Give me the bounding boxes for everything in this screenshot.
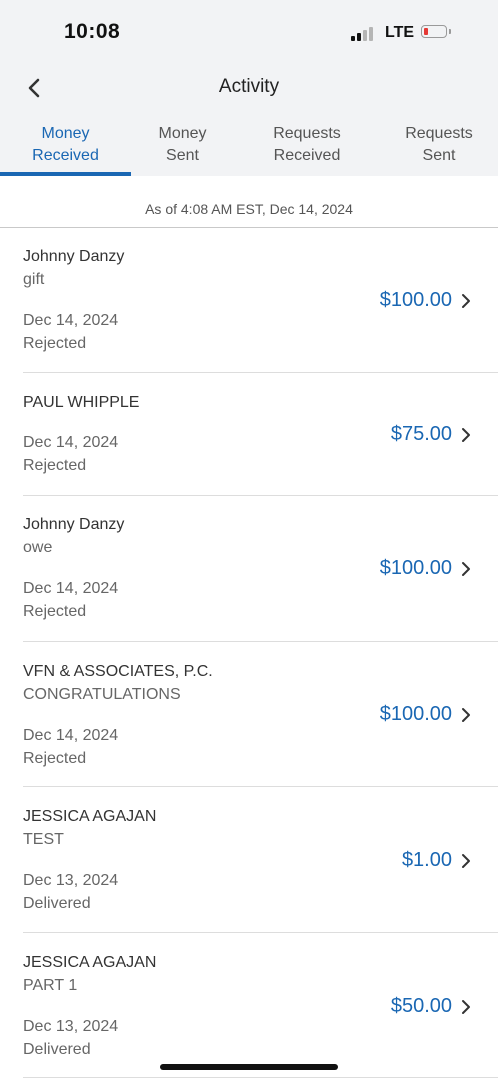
tab-label-line1: Money	[158, 125, 207, 142]
transaction-date: Dec 14, 2024	[23, 727, 119, 744]
memo: TEST	[23, 831, 64, 848]
signal-icon	[351, 27, 377, 41]
tab-label-line1: Requests	[405, 125, 473, 142]
transaction-amount: $100.00	[379, 703, 452, 725]
tab-requests-received[interactable]: Requests Received	[234, 120, 380, 176]
transaction-row[interactable]: Johnny Danzy owe Dec 14, 2024 Rejected $…	[23, 496, 498, 642]
memo: PART 1	[23, 977, 78, 994]
payer-name: JESSICA AGAJAN	[23, 808, 157, 825]
chevron-right-icon	[462, 708, 470, 722]
tab-money-sent[interactable]: Money Sent	[131, 120, 234, 176]
payer-name: PAUL WHIPPLE	[23, 394, 140, 411]
memo: gift	[23, 271, 45, 288]
transaction-list: Johnny Danzy gift Dec 14, 2024 Rejected …	[0, 228, 498, 1078]
network-label: LTE	[385, 24, 415, 41]
transaction-date: Dec 14, 2024	[23, 312, 119, 329]
tab-label-line2: Sent	[422, 147, 456, 164]
transaction-row[interactable]: JESSICA AGAJAN PART 1 Dec 13, 2024 Deliv…	[23, 933, 498, 1078]
memo: CONGRATULATIONS	[23, 686, 181, 703]
transaction-status: Rejected	[23, 603, 87, 620]
tab-label-line2: Received	[32, 147, 99, 164]
transaction-status: Rejected	[23, 457, 87, 474]
chevron-right-icon	[462, 854, 470, 868]
transaction-date: Dec 13, 2024	[23, 1018, 119, 1035]
battery-icon	[421, 25, 451, 40]
tab-money-received[interactable]: Money Received	[0, 120, 131, 176]
chevron-right-icon	[462, 428, 470, 442]
transaction-status: Delivered	[23, 895, 91, 912]
payer-name: Johnny Danzy	[23, 516, 125, 533]
tab-label-line1: Money	[41, 125, 90, 142]
transaction-row[interactable]: PAUL WHIPPLE Dec 14, 2024 Rejected $75.0…	[23, 373, 498, 496]
memo: owe	[23, 539, 53, 556]
chevron-right-icon	[462, 562, 470, 576]
tab-label-line2: Sent	[166, 147, 199, 164]
transaction-row[interactable]: Johnny Danzy gift Dec 14, 2024 Rejected …	[23, 228, 498, 373]
chevron-right-icon	[462, 1000, 470, 1014]
status-time: 10:08	[64, 20, 121, 43]
home-indicator[interactable]	[160, 1064, 338, 1070]
tab-label-line2: Received	[273, 147, 341, 164]
transaction-status: Rejected	[23, 335, 87, 352]
payer-name: VFN & ASSOCIATES, P.C.	[23, 663, 213, 680]
transaction-row[interactable]: VFN & ASSOCIATES, P.C. CONGRATULATIONS D…	[23, 642, 498, 787]
transaction-amount: $1.00	[401, 849, 452, 871]
page-title: Activity	[218, 76, 280, 97]
top-area: 10:08 LTE Activity Money Received Money	[0, 0, 498, 176]
tab-bar: Money Received Money Sent Requests Recei…	[0, 120, 498, 176]
transaction-amount: $50.00	[390, 995, 452, 1017]
as-of-timestamp: As of 4:08 AM EST, Dec 14, 2024	[0, 176, 498, 228]
transaction-status: Delivered	[23, 1041, 91, 1058]
transaction-date: Dec 13, 2024	[23, 872, 119, 889]
nav-header: Activity	[0, 66, 498, 110]
transaction-amount: $100.00	[379, 289, 452, 311]
transaction-row[interactable]: JESSICA AGAJAN TEST Dec 13, 2024 Deliver…	[23, 787, 498, 933]
chevron-right-icon	[462, 294, 470, 308]
transaction-status: Rejected	[23, 750, 87, 767]
tab-requests-sent[interactable]: Requests Sent	[380, 120, 498, 176]
tab-label-line1: Requests	[273, 125, 341, 142]
payer-name: Johnny Danzy	[23, 248, 125, 265]
transaction-amount: $100.00	[379, 557, 452, 579]
payer-name: JESSICA AGAJAN	[23, 954, 157, 971]
transaction-amount: $75.00	[390, 423, 452, 445]
status-bar: 10:08 LTE	[0, 0, 498, 66]
transaction-date: Dec 14, 2024	[23, 434, 119, 451]
transaction-date: Dec 14, 2024	[23, 580, 119, 597]
